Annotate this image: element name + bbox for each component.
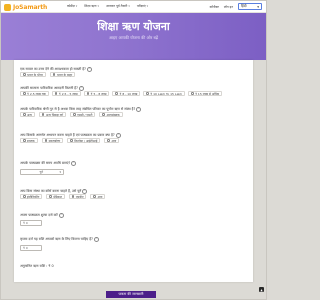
question-category: आपके पारिवारिक श्रेणी गुट से है अथवा किस… xyxy=(20,106,142,112)
info-icon: i xyxy=(86,66,92,72)
chevron-down-icon: ▾ xyxy=(128,4,130,8)
info-icon: i xyxy=(115,132,121,138)
question-loan-amount: कृपया दर्ज यह राशि आपको ऋण के लिए कितना … xyxy=(20,236,99,242)
brand-logo[interactable]: JoSamarth xyxy=(4,3,47,11)
radio-icon xyxy=(41,113,45,116)
option-institution-1[interactable]: इंजीनियरिंग xyxy=(20,194,43,199)
question-study-location: एक सवाल का उत्तर देने की आवश्यकता हो सकत… xyxy=(20,66,92,72)
nav-link-exams[interactable]: परीक्षाएं▾ xyxy=(137,4,148,8)
page-title: शिक्षा ऋण योजना xyxy=(97,20,170,33)
option-income-5[interactable]: ₹ 10 Lakh To 15 Lakh xyxy=(143,91,186,96)
course-fee-value: ₹ 0 xyxy=(23,221,28,225)
brand-name: JoSamarth xyxy=(13,3,48,11)
radio-icon xyxy=(102,113,105,116)
radio-icon xyxy=(86,92,90,95)
radio-icon xyxy=(23,92,26,95)
logo-icon xyxy=(4,3,11,11)
option-within-india[interactable]: भारत के भीतर xyxy=(20,72,46,77)
chevron-down-icon: ▾ xyxy=(257,4,259,9)
question-course-duration: आपके पाठ्यक्रम की समय अवधि बताएं? i xyxy=(20,160,77,166)
question-course-type: आप किसके अन्तर्गत अध्ययन करना चाहते हैं … xyxy=(20,132,121,138)
info-icon: i xyxy=(93,236,99,242)
option-category-3[interactable]: एससी / एसटी xyxy=(70,112,96,117)
radio-icon xyxy=(115,92,118,95)
info-icon: i xyxy=(136,106,142,112)
option-income-1[interactable]: ₹ 2.5 लाख तक xyxy=(20,91,49,96)
radio-icon xyxy=(23,195,26,198)
option-course-2[interactable]: स्नातकोत्तर xyxy=(41,138,64,143)
radio-icon xyxy=(23,73,26,76)
option-institution-2[interactable]: मेडिकल xyxy=(46,194,65,199)
radio-icon xyxy=(52,73,56,76)
option-course-4[interactable]: अन्य xyxy=(104,138,120,143)
course-duration-select[interactable]: चुनें ▾ xyxy=(20,169,64,175)
course-type-options: स्नातक स्नातकोत्तर डिप्लोमा / आईटीआई अन्… xyxy=(20,138,120,143)
category-options: अन्य अन्य पिछड़ा वर्ग एससी / एसटी अल्पसं… xyxy=(20,112,123,117)
course-fee-input[interactable]: ₹ 0 xyxy=(20,220,42,226)
login-link[interactable]: लॉग इन xyxy=(224,5,233,9)
nav-right: कॉन्टैक्ट लॉग इन हिंदी ▾ xyxy=(210,3,262,10)
hero-banner: शिक्षा ऋण योजना आइए आपकी योजना की ओर बढ़… xyxy=(1,13,266,60)
nav-link-courses[interactable]: कोर्सेज़▾ xyxy=(67,4,77,8)
chevron-down-icon: ▾ xyxy=(146,4,149,8)
radio-icon xyxy=(54,92,58,95)
page-subtitle: आइए आपकी योजना की ओर बढ़ें xyxy=(108,35,159,40)
study-location-options: भारत के भीतर भारत के बाहर xyxy=(20,72,76,77)
language-value: हिंदी xyxy=(241,4,247,8)
chevron-down-icon: ▾ xyxy=(75,4,78,8)
option-income-2[interactable]: ₹ 2.5 - 5 लाख xyxy=(51,91,81,96)
institution-type-options: इंजीनियरिंग मेडिकल एमबीए अन्य xyxy=(20,194,106,199)
scroll-to-top-button[interactable]: ▲ xyxy=(259,287,264,292)
nav-link-education-loan[interactable]: शिक्षा ऋण▾ xyxy=(84,4,99,8)
radio-icon xyxy=(146,92,149,95)
option-category-2[interactable]: अन्य पिछड़ा वर्ग xyxy=(38,112,67,117)
option-course-3[interactable]: डिप्लोमा / आईटीआई xyxy=(67,138,101,143)
nav-links: कोर्सेज़▾ शिक्षा ऋण▾ अध्ययन पूर्व तैयारी… xyxy=(67,4,148,8)
option-income-3[interactable]: ₹ 5 - 8 लाख xyxy=(83,91,110,96)
radio-icon xyxy=(71,195,75,198)
check-eligibility-button[interactable]: पात्रता की जानकारी xyxy=(106,291,156,298)
option-outside-india[interactable]: भारत के बाहर xyxy=(49,72,76,77)
radio-icon xyxy=(49,195,52,198)
option-category-4[interactable]: अल्पसंख्यक xyxy=(99,112,123,117)
family-income-options: ₹ 2.5 लाख तक ₹ 2.5 - 5 लाख ₹ 5 - 8 लाख ₹… xyxy=(20,91,223,96)
radio-icon xyxy=(73,113,76,116)
radio-icon xyxy=(70,139,73,142)
radio-icon xyxy=(23,113,26,116)
estimated-loan-summary: अनुमानित ऋण राशि : ₹ 0 xyxy=(20,264,54,268)
option-institution-4[interactable]: अन्य xyxy=(90,194,106,199)
contact-link[interactable]: कॉन्टैक्ट xyxy=(210,5,219,9)
option-income-6[interactable]: ₹ 15 लाख से अधिक xyxy=(188,91,223,96)
top-navbar: JoSamarth कोर्सेज़▾ शिक्षा ऋण▾ अध्ययन पू… xyxy=(1,1,266,13)
info-icon: i xyxy=(78,85,84,91)
loan-amount-value: ₹ 0 xyxy=(23,246,28,250)
option-income-4[interactable]: ₹ 8 - 10 लाख xyxy=(112,91,141,96)
arrow-up-icon: ▲ xyxy=(260,287,263,292)
option-category-1[interactable]: अन्य xyxy=(20,112,35,117)
info-icon: i xyxy=(58,212,64,218)
nav-link-preparation[interactable]: अध्ययन पूर्व तैयारी▾ xyxy=(106,4,130,8)
chevron-down-icon: ▾ xyxy=(97,4,99,8)
radio-icon xyxy=(44,139,48,142)
option-institution-3[interactable]: एमबीए xyxy=(68,194,87,199)
radio-icon xyxy=(107,139,110,142)
radio-icon xyxy=(23,139,26,142)
chevron-down-icon: ▾ xyxy=(59,170,61,174)
question-institution-type: आप किस संस्था का कोर्स करना चाहते हैं, उ… xyxy=(20,188,88,194)
info-icon: i xyxy=(71,160,77,166)
language-select[interactable]: हिंदी ▾ xyxy=(238,3,262,10)
loan-form-card: एक सवाल का उत्तर देने की आवश्यकता हो सकत… xyxy=(14,60,253,282)
loan-amount-input[interactable]: ₹ 0 xyxy=(20,245,42,251)
question-course-fee: अपना पाठ्यक्रम शुल्क दर्ज करें i xyxy=(20,212,64,218)
course-duration-value: चुनें xyxy=(39,170,44,174)
question-family-income: आपकी सालाना पारिवारिक आमदनी कितनी है? i xyxy=(20,85,84,91)
option-course-1[interactable]: स्नातक xyxy=(20,138,38,143)
radio-icon xyxy=(191,92,194,95)
radio-icon xyxy=(93,195,96,198)
info-icon: i xyxy=(82,188,88,194)
